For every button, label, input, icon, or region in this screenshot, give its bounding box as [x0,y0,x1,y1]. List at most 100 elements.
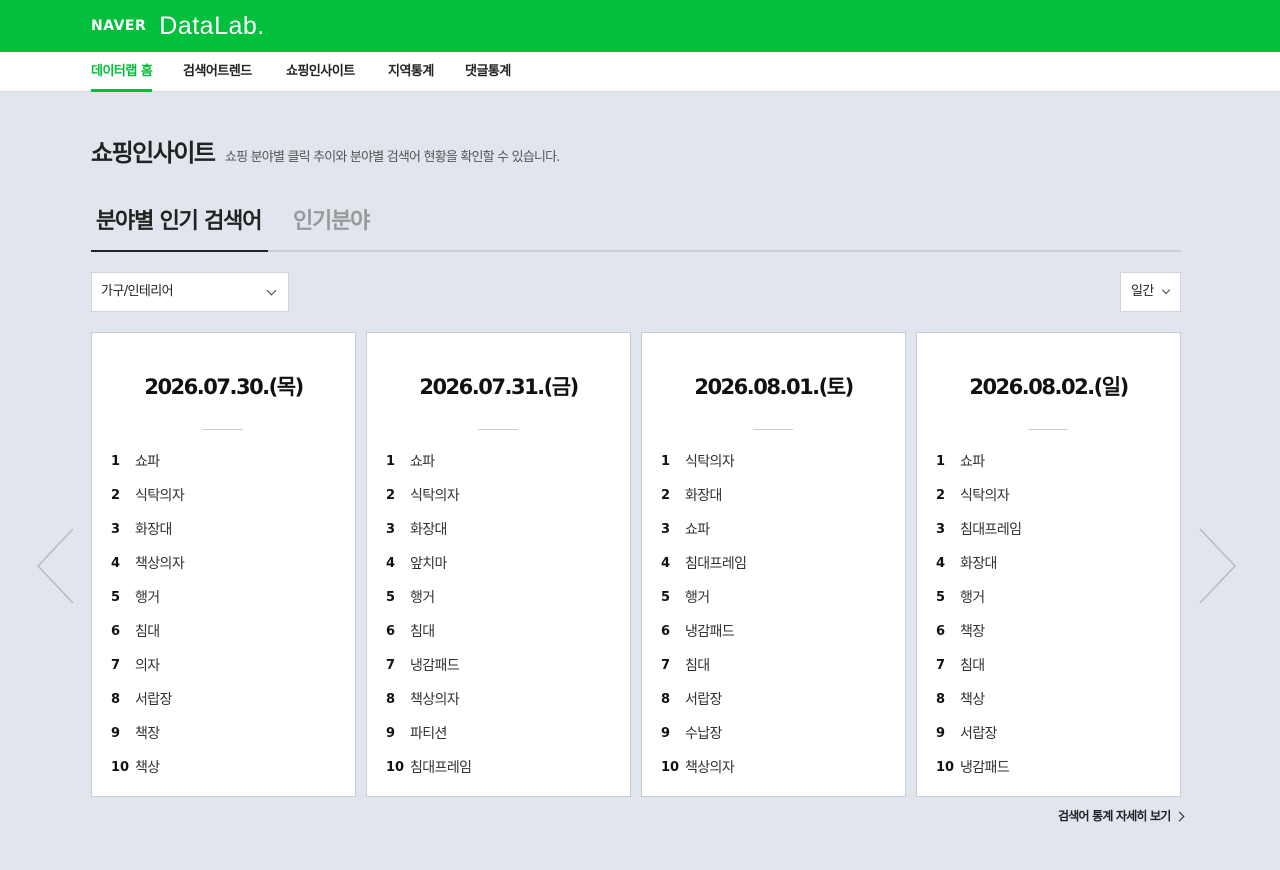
rank-item[interactable]: 3 화장대 [386,513,471,547]
rank-term[interactable]: 침대 [685,649,710,683]
category-select[interactable]: 가구/인테리어 [91,272,289,312]
card-date: 2026.08.02.(일) [969,375,1129,399]
tab-popular-categories[interactable]: 인기분야 [293,203,370,235]
rank-item[interactable]: 1 쇼파 [111,445,184,479]
rank-term[interactable]: 앞치마 [410,547,447,581]
nav-item-datalab-home[interactable]: 데이터랩 홈 [91,52,153,92]
rank-item[interactable]: 10 냉감패드 [936,751,1021,785]
rank-term[interactable]: 책상의자 [410,683,460,717]
rank-item[interactable]: 6 침대 [386,615,471,649]
rank-item[interactable]: 9 책장 [111,717,184,751]
nav-item-search-trend[interactable]: 검색어트렌드 [183,52,252,92]
rank-item[interactable]: 4 책상의자 [111,547,185,581]
rank-term[interactable]: 냉감패드 [410,649,460,683]
rank-item[interactable]: 3 침대프레임 [936,513,1022,547]
rank-term[interactable]: 쇼파 [960,445,985,479]
rank-item[interactable]: 10 책상 [111,751,184,785]
rank-item[interactable]: 5 행거 [111,581,184,615]
rank-term[interactable]: 행거 [135,581,160,615]
rank-number: 2 [111,488,121,503]
rank-term[interactable]: 침대프레임 [960,513,1022,547]
rank-item[interactable]: 7 침대 [936,649,1021,683]
rank-term[interactable]: 행거 [410,581,435,615]
rank-term[interactable]: 서랍장 [960,717,997,751]
rank-item[interactable]: 10 침대프레임 [386,751,472,785]
rank-term[interactable]: 식탁의자 [410,479,460,513]
rank-item[interactable]: 3 쇼파 [661,513,746,547]
rank-item[interactable]: 5 행거 [936,581,1021,615]
ranking-card: 2026.07.31.(금) 1 쇼파 2 식탁의자 3 화장대 4 앞치마 5 행거 6… [366,332,631,797]
more-stats-link[interactable]: 검색어 통계 자세히 보기 [1058,807,1184,824]
rank-term[interactable]: 의자 [135,649,160,683]
rank-term[interactable]: 식탁의자 [685,445,735,479]
nav-item-regional-stats[interactable]: 지역통계 [388,52,434,92]
rank-term[interactable]: 서랍장 [685,683,722,717]
rank-item[interactable]: 2 식탁의자 [936,479,1021,513]
rank-item[interactable]: 9 수납장 [661,717,746,751]
rank-term[interactable]: 책장 [960,615,985,649]
rank-item[interactable]: 8 서랍장 [661,683,746,717]
rank-number: 1 [661,454,671,469]
rank-item[interactable]: 4 화장대 [936,547,1021,581]
rank-term[interactable]: 행거 [960,581,985,615]
rank-term[interactable]: 쇼파 [410,445,435,479]
rank-item[interactable]: 2 화장대 [661,479,746,513]
rank-term[interactable]: 책상의자 [685,751,735,785]
rank-term[interactable]: 행거 [685,581,710,615]
rank-term[interactable]: 책상 [135,751,160,785]
rank-item[interactable]: 8 책상의자 [386,683,471,717]
nav-item-comment-stats[interactable]: 댓글통계 [465,52,511,92]
rank-term[interactable]: 쇼파 [685,513,710,547]
rank-item[interactable]: 1 식탁의자 [661,445,746,479]
tab-popular-keywords-by-category[interactable]: 분야별 인기 검색어 [91,203,268,252]
rank-term[interactable]: 책장 [135,717,160,751]
rank-item[interactable]: 5 행거 [386,581,471,615]
rank-number: 6 [936,624,946,639]
rank-item[interactable]: 9 서랍장 [936,717,1021,751]
rank-term[interactable]: 냉감패드 [685,615,735,649]
rank-term[interactable]: 서랍장 [135,683,172,717]
rank-term[interactable]: 화장대 [135,513,172,547]
rank-item[interactable]: 6 침대 [111,615,184,649]
rank-item[interactable]: 2 식탁의자 [111,479,185,513]
rank-term[interactable]: 수납장 [685,717,722,751]
rank-item[interactable]: 6 책장 [936,615,1021,649]
rank-item[interactable]: 10 책상의자 [661,751,746,785]
rank-item[interactable]: 1 쇼파 [936,445,1021,479]
rank-term[interactable]: 침대 [135,615,160,649]
nav-item-shopping-insight[interactable]: 쇼핑인사이트 [286,52,355,92]
rank-item[interactable]: 7 의자 [111,649,184,683]
prev-arrow-button[interactable] [36,528,76,604]
rank-item[interactable]: 2 식탁의자 [386,479,471,513]
rank-term[interactable]: 침대프레임 [410,751,472,785]
rank-term[interactable]: 책상 [960,683,985,717]
rank-term[interactable]: 냉감패드 [960,751,1010,785]
rank-term[interactable]: 침대프레임 [685,547,747,581]
rank-item[interactable]: 8 서랍장 [111,683,184,717]
rank-term[interactable]: 쇼파 [135,445,160,479]
rank-term[interactable]: 화장대 [410,513,447,547]
period-select[interactable]: 일간 [1120,272,1181,312]
rank-item[interactable]: 8 책상 [936,683,1021,717]
rank-term[interactable]: 식탁의자 [960,479,1010,513]
rank-term[interactable]: 화장대 [960,547,997,581]
rank-number: 3 [111,522,121,537]
rank-term[interactable]: 화장대 [685,479,722,513]
rank-item[interactable]: 1 쇼파 [386,445,471,479]
rank-item[interactable]: 4 침대프레임 [661,547,747,581]
rank-term[interactable]: 파티션 [410,717,447,751]
next-arrow-button[interactable] [1198,528,1238,604]
rank-term[interactable]: 식탁의자 [135,479,185,513]
rank-term[interactable]: 침대 [960,649,985,683]
rank-item[interactable]: 7 침대 [661,649,746,683]
rank-term[interactable]: 책상의자 [135,547,185,581]
rank-item[interactable]: 9 파티션 [386,717,471,751]
rank-item[interactable]: 7 냉감패드 [386,649,471,683]
rank-item[interactable]: 3 화장대 [111,513,184,547]
rank-number: 10 [661,760,680,775]
rank-item[interactable]: 6 냉감패드 [661,615,746,649]
brand-logo[interactable]: NAVER DataLab. [91,12,265,40]
rank-term[interactable]: 침대 [410,615,435,649]
rank-item[interactable]: 5 행거 [661,581,746,615]
rank-item[interactable]: 4 앞치마 [386,547,471,581]
